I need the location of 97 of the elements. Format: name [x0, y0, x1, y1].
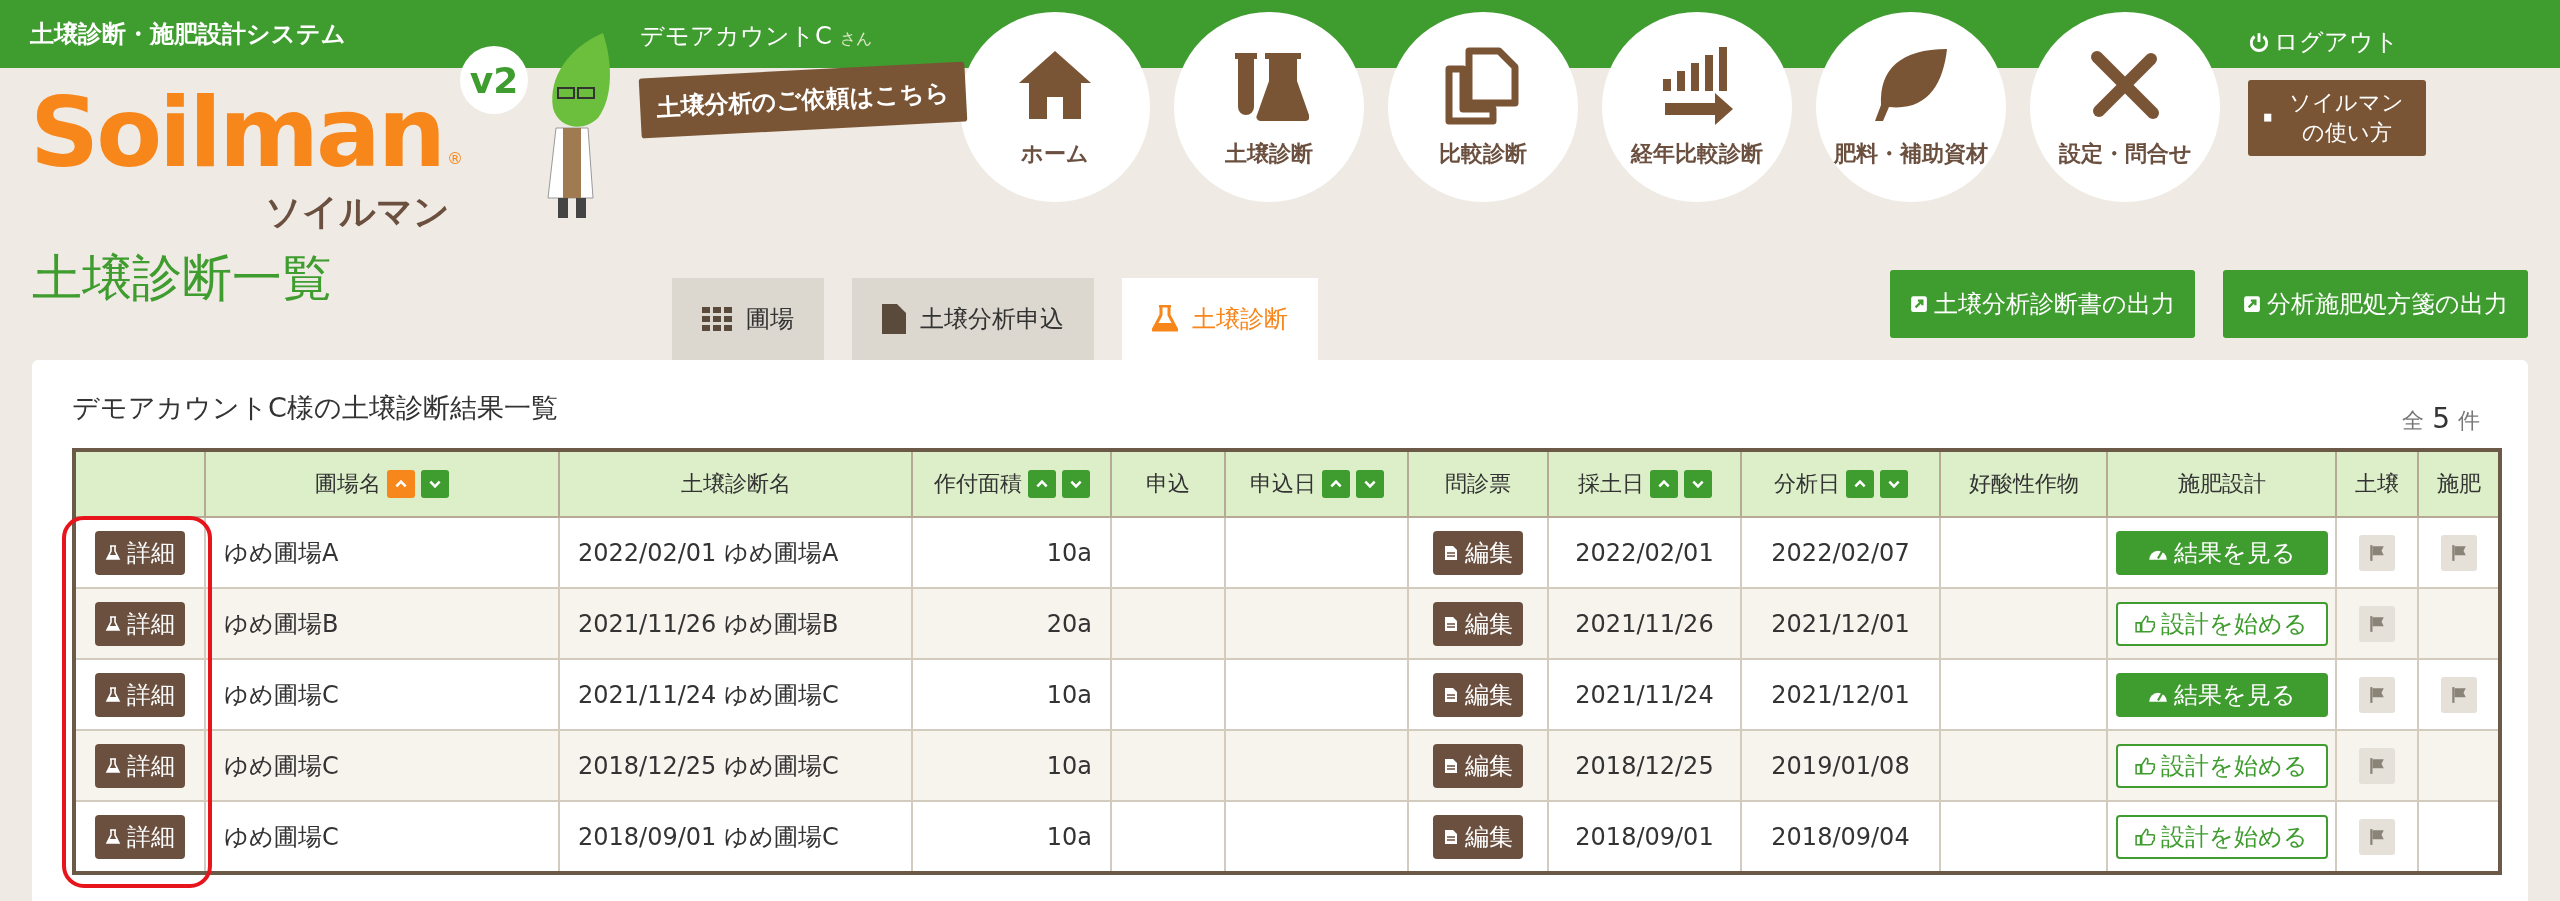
sort-ascending-button[interactable]: [1027, 470, 1056, 498]
tab[interactable]: 土壌分析申込: [852, 278, 1094, 360]
power-icon: [2248, 31, 2270, 53]
detail-button[interactable]: 詳細: [95, 601, 185, 646]
guide-button[interactable]: ソイルマンの使い方: [2248, 80, 2426, 156]
page-title: 土壌診断一覧: [32, 248, 333, 309]
column-header: 圃場名: [315, 470, 381, 498]
view-result-button[interactable]: 結果を見る: [2115, 672, 2328, 717]
detail-button[interactable]: 詳細: [95, 530, 185, 575]
thumbs-up-icon: [2135, 756, 2155, 775]
table-cell: 2021/11/26: [1548, 588, 1741, 659]
sort-descending-button[interactable]: [1355, 470, 1384, 498]
column-header: 好酸性作物: [1968, 470, 2079, 498]
table-cell: 2018/12/25 ゆめ圃場C: [559, 730, 912, 801]
column-header: 施肥: [2436, 470, 2481, 498]
document-icon: [1443, 828, 1459, 845]
nav-item[interactable]: 比較診断: [1388, 12, 1578, 202]
column-header: 申込: [1146, 470, 1190, 498]
flag-icon[interactable]: [2359, 818, 2395, 855]
start-design-button[interactable]: 設計を始める: [2115, 814, 2328, 859]
document-icon: [882, 304, 906, 334]
column-header: 分析日: [1773, 470, 1840, 498]
registered-mark: ®: [447, 149, 464, 169]
nav-item[interactable]: 肥料・補助資材: [1816, 12, 2006, 202]
edit-button[interactable]: 編集: [1433, 672, 1523, 717]
account-name: デモアカウントC: [640, 21, 832, 52]
start-design-button[interactable]: 設計を始める: [2115, 601, 2328, 646]
table-cell: 2021/11/26 ゆめ圃場B: [559, 588, 912, 659]
sort-descending-button[interactable]: [1061, 470, 1090, 498]
flask-icon: [105, 686, 121, 703]
nav-item[interactable]: 経年比較診断: [1602, 12, 1792, 202]
flask-icon: [105, 615, 121, 632]
nav-item[interactable]: 設定・問合せ: [2030, 12, 2220, 202]
request-link[interactable]: 土壌分析のご依頼はこちら: [638, 61, 968, 139]
sort-ascending-button[interactable]: [1845, 470, 1874, 498]
card-title: デモアカウントC様の土壌診断結果一覧: [72, 391, 558, 425]
system-name: 土壌診断・施肥設計システム: [30, 19, 347, 50]
thumbs-up-icon: [2135, 827, 2155, 846]
flag-icon[interactable]: [2440, 676, 2477, 713]
flask-icon: [1152, 305, 1178, 333]
total-prefix: 全: [2402, 407, 2425, 435]
document-icon: [1443, 615, 1459, 632]
total-count: 5: [2432, 402, 2450, 435]
table-cell: 10a: [912, 730, 1111, 801]
account-suffix: さん: [839, 29, 872, 50]
detail-button[interactable]: 詳細: [95, 814, 185, 859]
flag-icon[interactable]: [2440, 534, 2477, 571]
flask-icon: [105, 544, 121, 561]
column-header: 問診票: [1445, 470, 1511, 498]
sort-descending-button[interactable]: [1879, 470, 1908, 498]
sort-descending-button[interactable]: [1683, 470, 1712, 498]
document-icon: [1443, 757, 1459, 774]
external-link-icon: [1910, 295, 1928, 313]
table-cell: ゆめ圃場C: [205, 730, 559, 801]
flask-icon: [105, 828, 121, 845]
column-header: 申込日: [1249, 470, 1316, 498]
table-cell: 20a: [912, 588, 1111, 659]
sort-ascending-button[interactable]: [1649, 470, 1678, 498]
column-header: 作付面積: [933, 470, 1022, 498]
column-header: 土壌: [2355, 470, 2399, 498]
start-design-button[interactable]: 設計を始める: [2115, 743, 2328, 788]
detail-button[interactable]: 詳細: [95, 743, 185, 788]
logout-link[interactable]: ログアウト: [2248, 26, 2399, 58]
table-cell: 2019/01/08: [1741, 730, 1940, 801]
table-cell: 2021/12/01: [1741, 588, 1940, 659]
flask-icon: [105, 757, 121, 774]
sort-descending-button[interactable]: [421, 470, 449, 498]
external-link-icon: [2243, 295, 2261, 313]
version-badge: v2: [460, 46, 528, 114]
document-icon: [1443, 544, 1459, 561]
column-header: 施肥設計: [2177, 470, 2266, 498]
table-cell: ゆめ圃場B: [205, 588, 559, 659]
thumbs-up-icon: [2135, 614, 2155, 633]
edit-button[interactable]: 編集: [1433, 814, 1523, 859]
sort-ascending-button[interactable]: [387, 470, 415, 498]
flag-icon[interactable]: [2359, 747, 2395, 784]
column-header: 採土日: [1577, 470, 1644, 498]
nav-item[interactable]: ホーム: [960, 12, 1150, 202]
flag-icon[interactable]: [2359, 534, 2395, 571]
sort-ascending-button[interactable]: [1321, 470, 1350, 498]
view-result-button[interactable]: 結果を見る: [2115, 530, 2328, 575]
tab[interactable]: 圃場: [672, 278, 824, 360]
document-icon: [1443, 686, 1459, 703]
export-button[interactable]: 土壌分析診断書の出力: [1890, 270, 2195, 338]
nav-item[interactable]: 土壌診断: [1174, 12, 1364, 202]
edit-button[interactable]: 編集: [1433, 601, 1523, 646]
grid-icon: [702, 307, 732, 331]
total-suffix: 件: [2458, 407, 2480, 435]
table-cell: 2018/12/25: [1548, 730, 1741, 801]
edit-button[interactable]: 編集: [1433, 743, 1523, 788]
detail-button[interactable]: 詳細: [95, 672, 185, 717]
flag-icon[interactable]: [2359, 676, 2395, 713]
column-header: 土壌診断名: [680, 470, 791, 498]
export-button[interactable]: 分析施肥処方箋の出力: [2223, 270, 2528, 338]
flag-icon[interactable]: [2359, 605, 2395, 642]
edit-button[interactable]: 編集: [1433, 530, 1523, 575]
logo-kana: ソイルマン: [265, 190, 450, 235]
